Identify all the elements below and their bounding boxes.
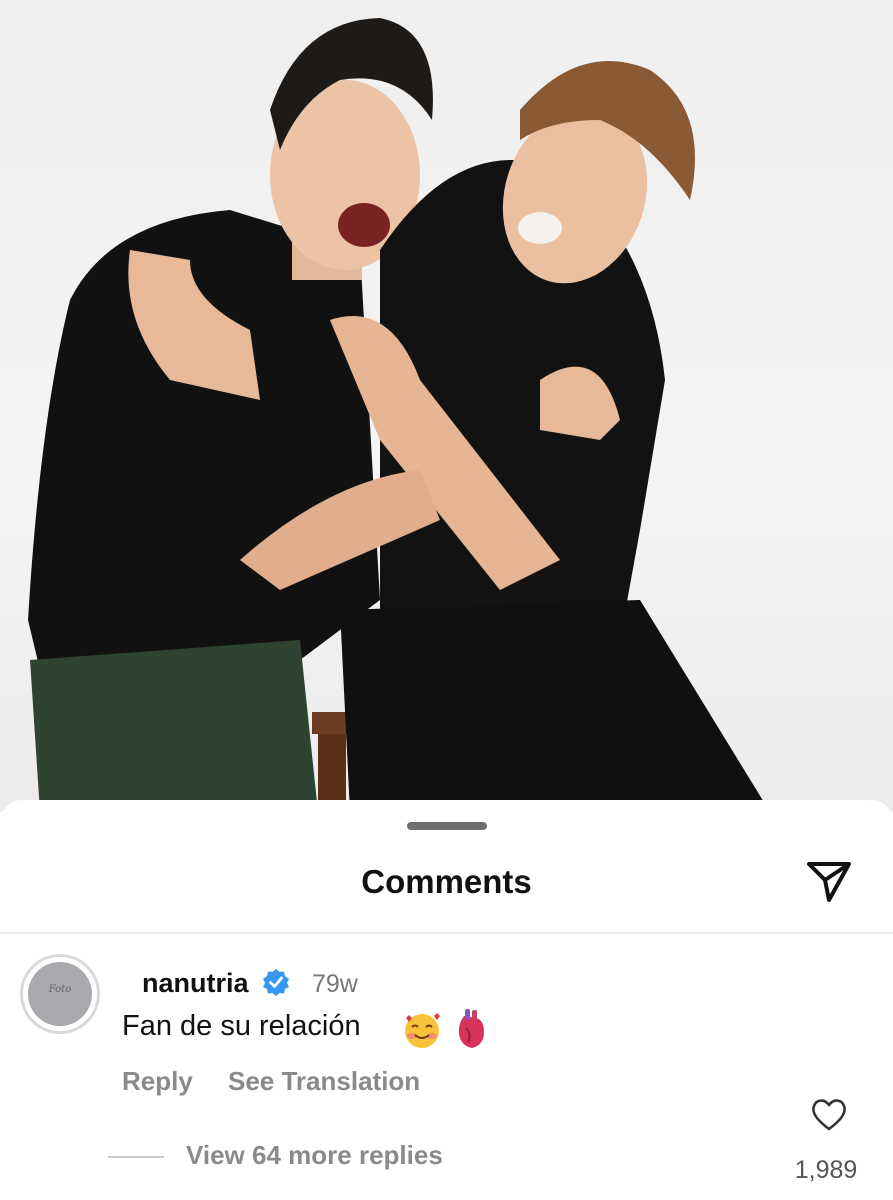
reply-button[interactable]: Reply <box>122 1066 193 1097</box>
view-more-replies-button[interactable]: View 64 more replies <box>186 1140 443 1171</box>
comment-item: Foto nanutria 79w Fan de su relación 1,9… <box>0 934 893 1200</box>
avatar-label: Foto <box>48 984 72 995</box>
comment-time: 79w <box>312 970 358 998</box>
sheet-drag-handle[interactable] <box>407 822 487 830</box>
paper-plane-icon[interactable] <box>803 858 855 906</box>
replies-divider-line <box>108 1156 164 1158</box>
avatar[interactable]: Foto <box>20 954 100 1034</box>
verified-badge-icon <box>262 968 290 996</box>
heart-outline-icon[interactable] <box>810 1096 848 1132</box>
avatar-placeholder: Foto <box>28 962 92 1026</box>
comment-username[interactable]: nanutria <box>142 968 249 999</box>
comment-text: Fan de su relación <box>122 1010 361 1042</box>
smiling-face-with-hearts-icon <box>402 1010 442 1050</box>
sheet-title: Comments <box>361 863 532 900</box>
see-translation-button[interactable]: See Translation <box>228 1066 420 1097</box>
like-count: 1,989 <box>794 1156 858 1184</box>
anatomical-heart-icon <box>454 1008 488 1050</box>
post-photo <box>0 0 893 812</box>
comments-sheet: Comments Foto nanutria 79w Fan de su rel… <box>0 800 893 1200</box>
